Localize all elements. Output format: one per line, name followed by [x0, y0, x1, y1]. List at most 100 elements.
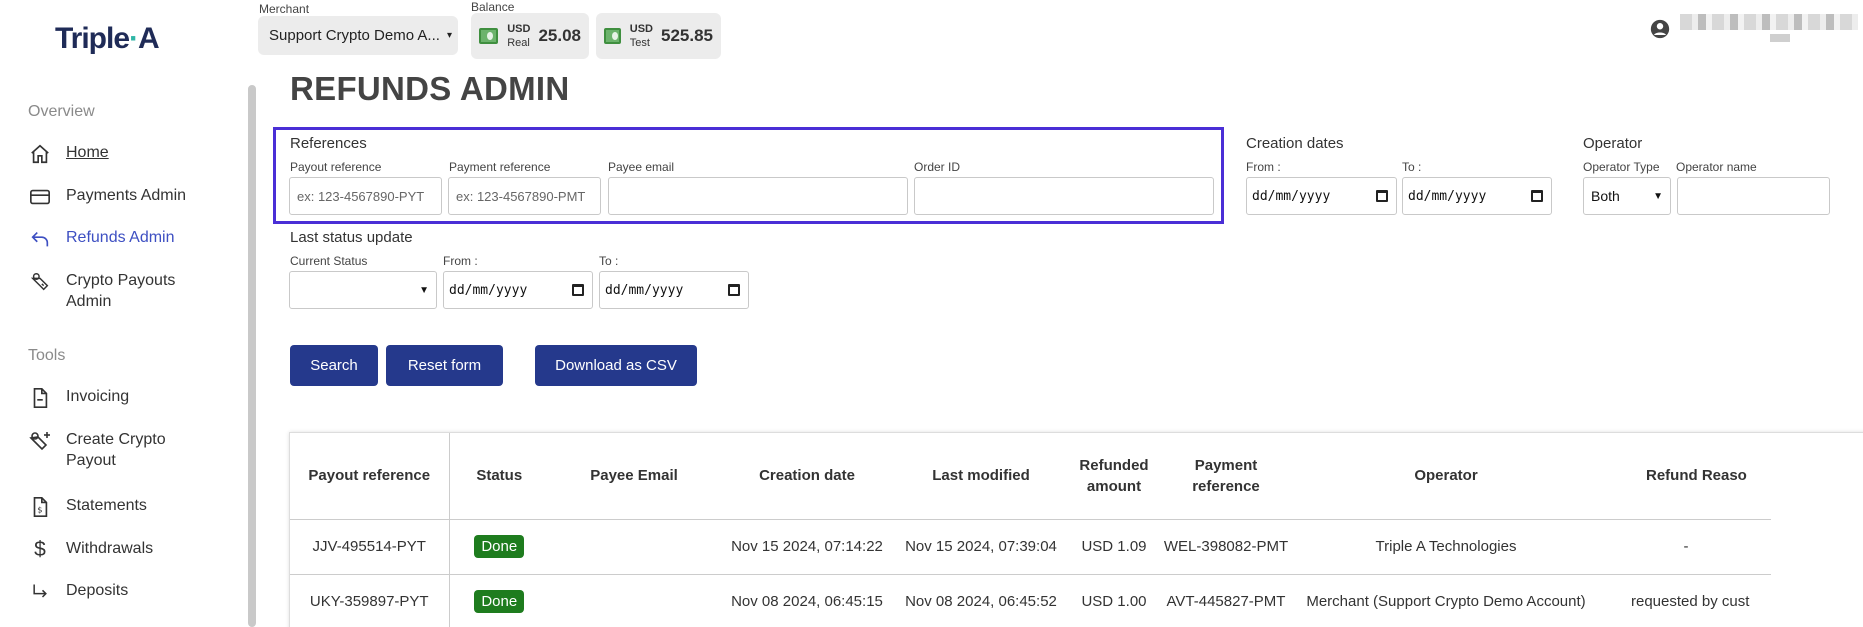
column-header[interactable]: Payment reference [1161, 433, 1291, 520]
calendar-icon[interactable] [728, 284, 740, 296]
sidebar-scrollbar[interactable] [248, 85, 256, 627]
status-cell: Done [449, 574, 549, 627]
calendar-icon[interactable] [572, 284, 584, 296]
column-header[interactable]: Creation date [719, 433, 895, 520]
column-header[interactable]: Operator [1291, 433, 1601, 520]
crypto-hand-icon [28, 270, 52, 294]
sidebar-item-label: Statements [66, 497, 147, 514]
current-status-label: Current Status [290, 254, 368, 268]
sidebar-item-label: Payments Admin [66, 187, 187, 204]
creation-date-cell: Nov 08 2024, 06:45:15 [719, 574, 895, 627]
current-status-select[interactable]: ▼ [289, 271, 437, 309]
sidebar-item-label: Create Crypto Payout [66, 431, 166, 469]
last-modified-cell: Nov 15 2024, 07:39:04 [895, 519, 1067, 575]
refund-reason-cell: - [1601, 519, 1771, 575]
balance-currency: USD [507, 23, 531, 35]
balance-kind: Test [629, 37, 650, 49]
column-header[interactable]: Refund Reaso [1601, 433, 1771, 520]
creation-to-label: To : [1402, 160, 1422, 174]
chevron-down-icon: ▼ [1653, 191, 1663, 202]
cash-icon [479, 28, 499, 44]
svg-text:$: $ [37, 505, 42, 515]
sidebar-item-label: Invoicing [66, 388, 130, 405]
column-header[interactable]: Payee Email [549, 433, 719, 520]
sidebar-item-invoicing[interactable]: Invoicing [28, 386, 129, 410]
sidebar-item-label: Withdrawals [66, 540, 154, 557]
balance-label: Balance [471, 0, 515, 14]
sidebar-item-label: Deposits [66, 582, 129, 599]
operator-name-input[interactable] [1677, 177, 1830, 215]
search-button[interactable]: Search [290, 345, 378, 386]
status-from-date-input[interactable]: dd/mm/yyyy [443, 271, 593, 309]
sidebar-item-label: Home [66, 144, 109, 161]
balance-amount: 25.08 [538, 26, 581, 45]
sidebar-item-payments-admin[interactable]: Payments Admin [28, 185, 186, 209]
creation-from-date-input[interactable]: dd/mm/yyyy [1246, 177, 1397, 215]
status-badge: Done [474, 535, 525, 558]
calendar-icon[interactable] [1531, 190, 1543, 202]
section-title-overview: Overview [28, 103, 95, 120]
status-cell: Done [449, 519, 549, 575]
sidebar-item-label: Crypto Payouts Admin [66, 272, 176, 310]
section-title-tools: Tools [28, 347, 66, 364]
reset-form-button[interactable]: Reset form [386, 345, 503, 386]
sidebar-item-statements[interactable]: $ Statements [28, 495, 147, 519]
user-name-redacted[interactable] [1680, 14, 1858, 30]
balance-amount: 525.85 [661, 26, 713, 45]
sidebar-item-create-crypto-payout[interactable]: Create Crypto Payout [28, 429, 186, 471]
status-to-date-value: dd/mm/yyyy [605, 282, 684, 298]
refunds-table-container: Payout reference Status Payee Email Crea… [289, 432, 1863, 627]
credit-card-icon [28, 185, 52, 209]
table-row[interactable]: UKY-359897-PYT Done Nov 08 2024, 06:45:1… [290, 574, 1771, 627]
sidebar-item-crypto-payouts-admin[interactable]: Crypto Payouts Admin [28, 270, 196, 312]
refunded-amount-cell: USD 1.00 [1067, 574, 1161, 627]
status-to-date-input[interactable]: dd/mm/yyyy [599, 271, 749, 309]
operator-title: Operator [1583, 135, 1643, 152]
operator-cell: Triple A Technologies [1291, 519, 1601, 575]
cash-icon [604, 28, 621, 44]
payee-email-cell [549, 574, 719, 627]
download-csv-button[interactable]: Download as CSV [535, 345, 697, 386]
refund-reason-cell: requested by cust [1601, 574, 1771, 627]
status-from-date-value: dd/mm/yyyy [449, 282, 528, 298]
references-highlight-box [273, 127, 1224, 224]
merchant-select[interactable]: Support Crypto Demo A... ▾ [258, 16, 458, 55]
creation-to-date-input[interactable]: dd/mm/yyyy [1402, 177, 1552, 215]
sidebar-item-label: Refunds Admin [66, 229, 175, 246]
operator-type-label: Operator Type [1583, 160, 1660, 174]
creation-to-date-value: dd/mm/yyyy [1408, 188, 1487, 204]
balance-currency: USD [629, 23, 653, 35]
user-subname-redacted [1770, 34, 1790, 42]
column-header[interactable]: Status [449, 433, 549, 520]
payee-email-cell [549, 519, 719, 575]
merchant-label: Merchant [259, 2, 310, 16]
operator-cell: Merchant (Support Crypto Demo Account) [1291, 574, 1601, 627]
chevron-down-icon: ▾ [446, 30, 452, 41]
balance-card-test: USD Test 525.85 [596, 13, 721, 59]
operator-name-label: Operator name [1676, 160, 1757, 174]
chevron-down-icon: ▼ [419, 285, 429, 296]
sidebar-item-home[interactable]: Home [28, 142, 109, 166]
arrow-down-right-icon [28, 580, 52, 604]
crypto-payout-plus-icon [28, 429, 52, 453]
payment-reference-cell: WEL-398082-PMT [1161, 519, 1291, 575]
column-header[interactable]: Last modified [895, 433, 1067, 520]
user-account-icon[interactable] [1649, 18, 1671, 40]
document-icon [28, 386, 52, 410]
column-header[interactable]: Refunded amount [1067, 433, 1161, 520]
column-header[interactable]: Payout reference [290, 433, 450, 520]
last-modified-cell: Nov 08 2024, 06:45:52 [895, 574, 1067, 627]
calendar-icon[interactable] [1376, 190, 1388, 202]
status-from-label: From : [443, 254, 478, 268]
table-row[interactable]: JJV-495514-PYT Done Nov 15 2024, 07:14:2… [290, 519, 1771, 575]
creation-dates-title: Creation dates [1246, 135, 1344, 152]
operator-type-select[interactable]: Both ▼ [1583, 177, 1671, 215]
payout-reference-cell: JJV-495514-PYT [290, 519, 450, 575]
sidebar-item-refunds-admin[interactable]: Refunds Admin [28, 227, 175, 251]
sidebar-item-withdrawals[interactable]: $ Withdrawals [28, 538, 153, 562]
triple-a-logo[interactable]: Triple·A [55, 22, 160, 56]
payout-reference-cell: UKY-359897-PYT [290, 574, 450, 627]
home-icon [28, 142, 52, 166]
payment-reference-cell: AVT-445827-PMT [1161, 574, 1291, 627]
sidebar-item-deposits[interactable]: Deposits [28, 580, 128, 604]
